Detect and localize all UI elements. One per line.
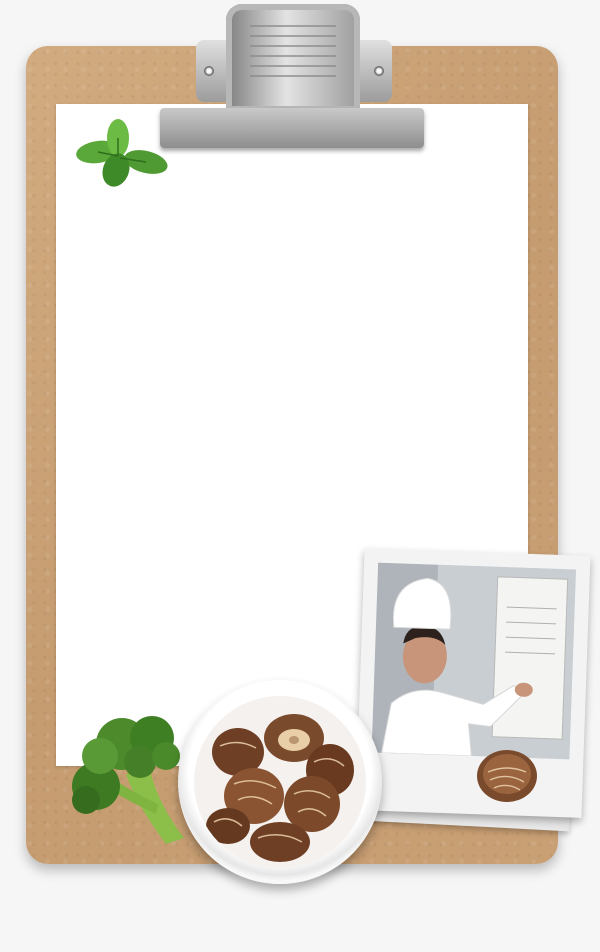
clipboard-clip-icon: [226, 4, 360, 112]
chef-photo-icon: [371, 562, 577, 760]
clip-rivet-left: [204, 66, 214, 76]
broccoli-icon: [72, 716, 184, 844]
bowl-contents: [194, 696, 366, 868]
mushroom-bowl: [178, 680, 382, 884]
clip-rivet-right: [374, 66, 384, 76]
basil-leaves-icon: [76, 119, 168, 187]
shiitake-mushroom-icon: [477, 750, 537, 802]
chef-photo-polaroid: [355, 548, 591, 818]
clipboard-scene: [0, 0, 600, 952]
clip-base-plate: [160, 108, 424, 148]
